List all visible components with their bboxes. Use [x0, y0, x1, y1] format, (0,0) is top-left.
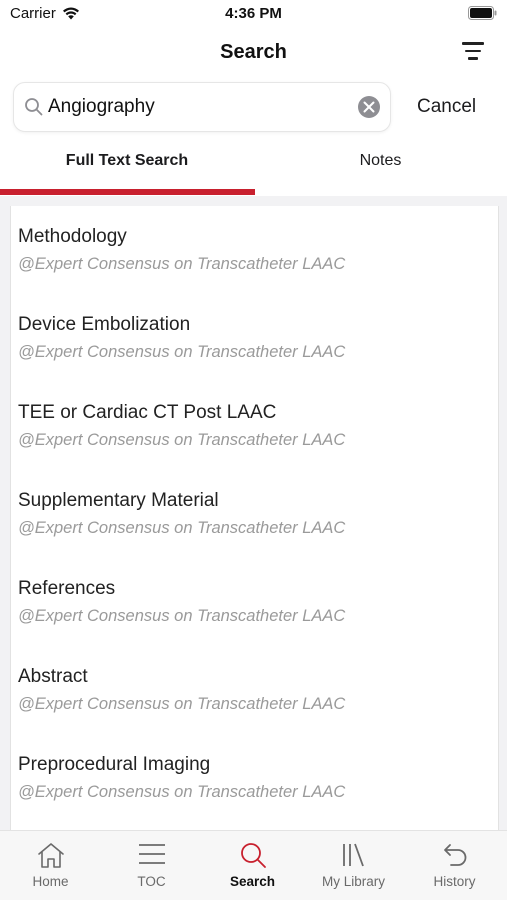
tab-label: Notes — [359, 152, 402, 169]
search-results[interactable]: Methodology @Expert Consensus on Transca… — [0, 196, 507, 830]
result-title: Preprocedural Imaging — [18, 754, 211, 775]
tab-bar-label: Search — [229, 874, 276, 889]
tab-bar-home[interactable]: Home — [0, 831, 101, 900]
page-title: Search — [220, 41, 287, 63]
result-source: @Expert Consensus on Transcatheter LAAC — [18, 519, 346, 537]
search-icon — [241, 843, 266, 868]
result-source: @Expert Consensus on Transcatheter LAAC — [18, 431, 346, 449]
search-mode-tabs: Full Text Search Notes — [0, 140, 507, 196]
result-title: Abstract — [18, 666, 88, 687]
tab-bar-history[interactable]: History — [404, 831, 505, 900]
list-item[interactable]: References @Expert Consensus on Transcat… — [11, 558, 498, 646]
list-item[interactable]: Preprocedural Imaging @Expert Consensus … — [11, 734, 498, 822]
result-source: @Expert Consensus on Transcatheter LAAC — [18, 695, 346, 713]
clear-search-button[interactable] — [358, 96, 380, 118]
list-item[interactable]: TEE or Cardiac CT Post LAAC @Expert Cons… — [11, 382, 498, 470]
result-source: @Expert Consensus on Transcatheter LAAC — [18, 607, 346, 625]
tab-bar-label: TOC — [137, 874, 166, 889]
navigation-bar: Search — [0, 30, 507, 76]
tab-label: Full Text Search — [65, 152, 189, 169]
result-title: Device Embolization — [18, 314, 191, 335]
filter-button[interactable] — [459, 39, 487, 63]
list-item[interactable]: Methodology @Expert Consensus on Transca… — [11, 206, 498, 294]
active-tab-indicator — [0, 189, 255, 195]
tab-notes[interactable]: Notes — [254, 140, 507, 196]
list-item[interactable]: Abstract @Expert Consensus on Transcathe… — [11, 646, 498, 734]
result-source: @Expert Consensus on Transcatheter LAAC — [18, 783, 346, 801]
results-list: Methodology @Expert Consensus on Transca… — [10, 206, 499, 830]
result-source: @Expert Consensus on Transcatheter LAAC — [18, 255, 346, 273]
result-title: TEE or Cardiac CT Post LAAC — [18, 402, 277, 423]
tab-bar-toc[interactable]: TOC — [101, 831, 202, 900]
list-item[interactable]: Supplementary Material @Expert Consensus… — [11, 470, 498, 558]
status-bar: Carrier 4:36 PM — [0, 0, 507, 28]
result-title: Methodology — [18, 226, 127, 247]
filter-icon — [462, 42, 484, 45]
tab-bar-label: My Library — [321, 874, 385, 889]
bottom-tab-bar: Home TOC Search My Library History — [0, 830, 507, 900]
list-item[interactable]: Device Embolization @Expert Consensus on… — [11, 294, 498, 382]
result-title: Supplementary Material — [18, 490, 219, 511]
history-icon — [444, 844, 467, 866]
search-row: Cancel — [0, 82, 507, 134]
search-input[interactable] — [48, 91, 348, 123]
cancel-button[interactable]: Cancel — [417, 96, 476, 118]
result-title: References — [18, 578, 116, 599]
battery-icon — [468, 6, 497, 20]
home-icon — [38, 843, 64, 868]
close-icon — [363, 101, 375, 113]
tab-full-text-search[interactable]: Full Text Search — [0, 140, 254, 196]
tab-bar-label: History — [433, 874, 476, 889]
tab-bar-label: Home — [32, 874, 69, 889]
search-box[interactable] — [13, 82, 391, 132]
tab-bar-search[interactable]: Search — [202, 831, 303, 900]
result-source: @Expert Consensus on Transcatheter LAAC — [18, 343, 346, 361]
list-icon — [139, 844, 165, 864]
tab-bar-my-library[interactable]: My Library — [303, 831, 404, 900]
search-icon — [25, 98, 43, 116]
library-icon — [343, 843, 364, 867]
status-time: 4:36 PM — [225, 5, 282, 22]
